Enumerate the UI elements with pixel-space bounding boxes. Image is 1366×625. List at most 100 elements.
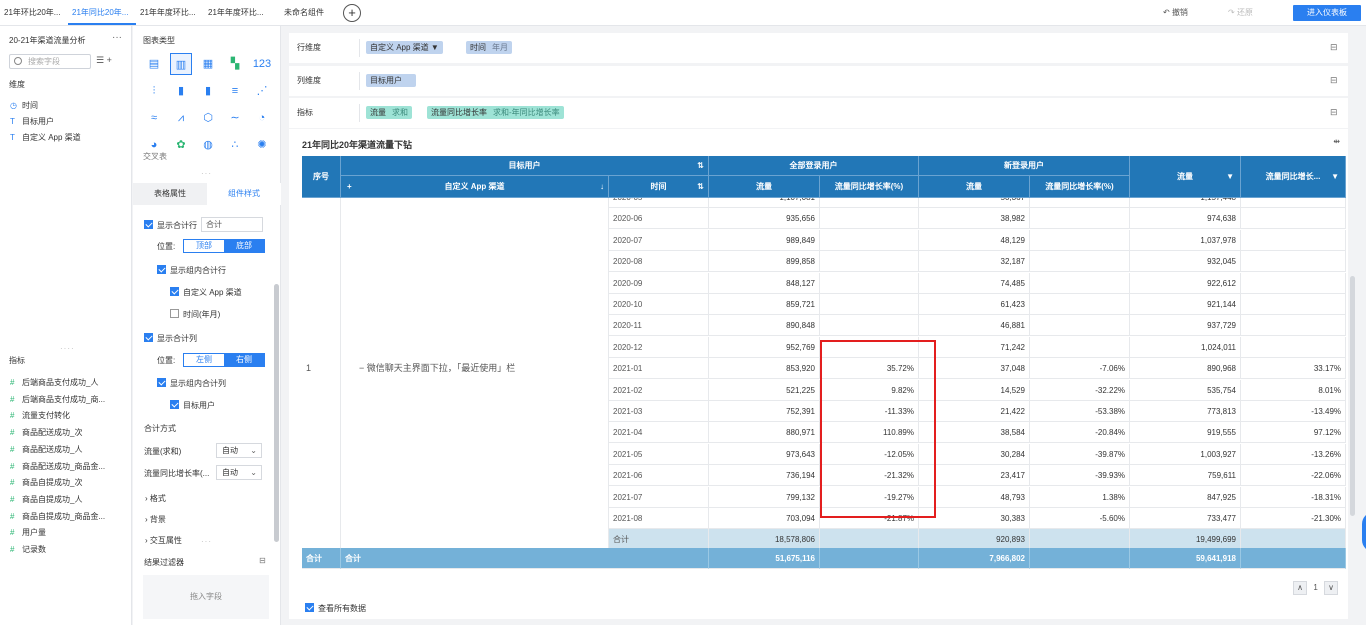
metric-field[interactable]: # 商品自提成功_次	[10, 477, 82, 488]
dimension-field[interactable]: T 目标用户	[10, 116, 54, 127]
tab-5[interactable]: 未命名组件	[280, 0, 340, 25]
total-row-position-toggle: 顶部 底部	[183, 239, 265, 253]
metric-field[interactable]: # 后端商品支付成功_商...	[10, 394, 105, 405]
next-page-button[interactable]: ∨	[1324, 581, 1338, 595]
position-top-option[interactable]: 顶部	[184, 240, 224, 252]
header-channel[interactable]: + 自定义 App 渠道 ↓	[341, 176, 609, 198]
rose-chart-icon[interactable]: ✿	[170, 134, 192, 156]
group-time-checkbox[interactable]: 时间(年月)	[170, 309, 220, 320]
section-interaction[interactable]: › 交互属性	[145, 535, 182, 546]
redo-button[interactable]: ↷ 还原	[1228, 0, 1253, 25]
group-channel-checkbox[interactable]: 自定义 App 渠道	[170, 287, 242, 298]
expand-icon[interactable]: ⇹	[1333, 137, 1340, 146]
metric-field[interactable]: # 商品配送成功_人	[10, 444, 82, 455]
section-format[interactable]: › 格式	[145, 493, 166, 504]
lock-icon[interactable]: ⊟	[1330, 75, 1340, 85]
tab-component-style[interactable]: 组件样式	[207, 183, 281, 205]
tab-2[interactable]: 21年同比20年...	[68, 0, 136, 25]
lock-icon[interactable]: ⊟	[259, 556, 266, 565]
value-cell-all-rate	[820, 315, 919, 337]
agg2-select[interactable]: 自动 ⌄	[216, 465, 262, 480]
dimension-field[interactable]: ◷ 时间	[10, 100, 38, 111]
metric-field[interactable]: # 商品自提成功_人	[10, 494, 82, 505]
header-time[interactable]: 时间 ⇅	[609, 176, 709, 198]
value-cell-tot-rate: -13.26%	[1241, 443, 1346, 465]
total-row-name-input[interactable]: 合计	[201, 217, 263, 232]
show-total-row-checkbox[interactable]: 显示合计行	[144, 220, 197, 231]
prev-page-button[interactable]: ∧	[1293, 581, 1308, 595]
tab-table-properties[interactable]: 表格属性	[133, 183, 207, 205]
table-scrollbar[interactable]	[1350, 276, 1355, 516]
row-dim-pill-time[interactable]: 时间 年月	[466, 41, 512, 54]
metric-field[interactable]: # 用户量	[10, 527, 46, 538]
field-label: 记录数	[22, 545, 46, 554]
column-chart-icon[interactable]: ▮	[170, 80, 192, 102]
agg1-select[interactable]: 自动 ⌄	[216, 443, 262, 458]
metric-field[interactable]: # 记录数	[10, 544, 46, 555]
gauge-chart-icon[interactable]: ◔	[251, 107, 273, 129]
value-cell-all-rate	[820, 529, 919, 548]
table-row: 2020-11 890,848 46,881 937,729	[302, 315, 1346, 337]
metric-field[interactable]: # 商品自提成功_商品金...	[10, 511, 105, 522]
view-all-data-checkbox[interactable]: 查看所有数据	[305, 603, 366, 614]
area-chart-icon[interactable]: ∼	[224, 107, 246, 129]
filter-drop-zone[interactable]: 拖入字段	[143, 575, 269, 619]
splitter-handle[interactable]: ···	[201, 537, 212, 546]
lock-icon[interactable]: ⊟	[1330, 107, 1340, 117]
section-background[interactable]: › 背景	[145, 514, 166, 525]
metric-field[interactable]: # 商品配送成功_次	[10, 427, 82, 438]
add-tab-button[interactable]: +	[343, 4, 361, 22]
position-right-option[interactable]: 右侧	[224, 354, 264, 366]
table-preview-card: 21年同比20年渠道流量下钻 ⇹ 序号 目标用户 ⇅ + 自定义 App 渠道 ↓ 时…	[289, 129, 1355, 619]
metric-field[interactable]: # 流量支付转化	[10, 410, 70, 421]
table-row: 2020-10 859,721 61,423 921,144	[302, 294, 1346, 315]
kpi-card-icon[interactable]: ▚	[224, 53, 246, 75]
lock-icon[interactable]: ⊟	[1330, 42, 1340, 52]
tab-4[interactable]: 21年年度环比...	[204, 0, 272, 25]
group-target-checkbox[interactable]: 目标用户	[170, 400, 215, 411]
show-group-total-col-checkbox[interactable]: 显示组内合计列	[157, 378, 226, 389]
search-input[interactable]: 搜索字段	[9, 54, 91, 69]
pill-label: 流量	[370, 108, 386, 117]
header-label: 时间	[650, 182, 667, 191]
line-chart-icon[interactable]: ⩘	[170, 107, 192, 129]
dimension-field[interactable]: T 自定义 App 渠道	[10, 132, 81, 143]
grouped-bar-icon[interactable]: ⫶	[143, 80, 165, 102]
tab-1[interactable]: 21年环比20年...	[0, 0, 68, 25]
col-dim-pill-target[interactable]: 目标用户	[366, 74, 416, 87]
splitter-handle[interactable]: ····	[60, 344, 75, 353]
cross-table-icon[interactable]: ▥	[170, 53, 192, 75]
more-icon[interactable]: ···	[112, 32, 122, 43]
header-total-rate[interactable]: 流量同比增长... ▼	[1241, 156, 1346, 198]
grid-table-icon[interactable]: ▦	[197, 53, 219, 75]
show-group-total-row-checkbox[interactable]: 显示组内合计行	[157, 265, 226, 276]
config-scrollbar[interactable]	[274, 284, 279, 542]
radar-chart-icon[interactable]: ⬡	[197, 107, 219, 129]
scatter-chart-icon[interactable]: ∴	[224, 134, 246, 156]
header-total-flow[interactable]: 流量 ▼	[1130, 156, 1241, 198]
undo-button[interactable]: ↶ 撤销	[1163, 0, 1188, 25]
splitter-handle[interactable]: ···	[201, 169, 212, 178]
metric-field[interactable]: # 商品配送成功_商品金...	[10, 461, 105, 472]
bar-chart-icon[interactable]: ≡	[224, 80, 246, 102]
metric-field[interactable]: # 后端商品支付成功_人	[10, 377, 98, 388]
show-total-col-checkbox[interactable]: 显示合计列	[144, 333, 197, 344]
tab-3[interactable]: 21年年度环比...	[136, 0, 204, 25]
header-target-user[interactable]: 目标用户 ⇅	[341, 156, 709, 176]
stacked-column-icon[interactable]: ▮	[197, 80, 219, 102]
position-left-option[interactable]: 左侧	[184, 354, 224, 366]
table-chart-icon[interactable]: ▤	[143, 53, 165, 75]
wave-chart-icon[interactable]: ≈	[143, 107, 165, 129]
metric-pill-flow[interactable]: 流量 求和	[366, 106, 412, 119]
funnel-chart-icon[interactable]: ✺	[251, 134, 273, 156]
hash-icon: #	[10, 461, 15, 471]
row-dim-pill-channel[interactable]: 自定义 App 渠道 ▼	[366, 41, 443, 54]
number-card-icon[interactable]: 123	[251, 53, 273, 75]
position-bottom-option[interactable]: 底部	[224, 240, 264, 252]
field-tools-icon[interactable]: ☰ +	[96, 55, 112, 66]
scatter-small-icon[interactable]: ⋰	[251, 80, 273, 102]
enter-dashboard-button[interactable]: 进入仪表板	[1293, 5, 1361, 21]
donut-chart-icon[interactable]: ◍	[197, 134, 219, 156]
clock-icon: ◷	[10, 101, 17, 110]
metric-pill-rate[interactable]: 流量同比增长率 求和-年同比增长率	[427, 106, 564, 119]
